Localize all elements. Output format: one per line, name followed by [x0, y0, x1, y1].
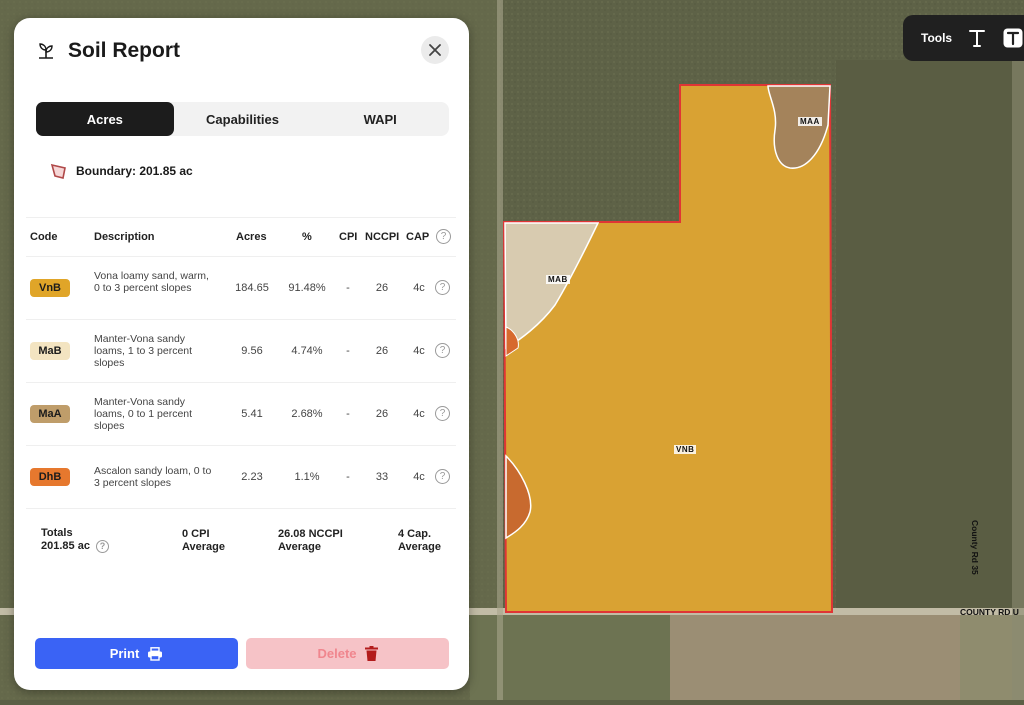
row-help-icon[interactable]: ? — [435, 343, 450, 358]
soil-description: Manter-Vona sandy loams, 1 to 3 percent … — [94, 333, 193, 369]
close-icon — [429, 44, 441, 56]
row-help-icon[interactable]: ? — [435, 280, 450, 295]
tab-acres[interactable]: Acres — [36, 102, 174, 136]
text-box-tool-icon[interactable] — [1002, 27, 1024, 49]
nccpi-value: 33 — [375, 471, 389, 483]
tab-capabilities[interactable]: Capabilities — [174, 102, 312, 136]
plant-icon — [36, 41, 56, 61]
totals-cpi: 0 CPI Average — [182, 528, 225, 554]
nccpi-value: 26 — [375, 408, 389, 420]
print-button[interactable]: Print — [35, 638, 238, 669]
percent-value: 1.1% — [294, 471, 320, 483]
cap-value: 4c — [413, 408, 425, 420]
acres-value: 5.41 — [241, 408, 263, 420]
soil-description: Ascalon sandy loam, 0 to 3 percent slope… — [94, 465, 212, 489]
nccpi-value: 26 — [375, 282, 389, 294]
soil-report-panel: Soil Report Acres Capabilities WAPI Boun… — [14, 18, 469, 690]
tools-toolbar: Tools — [903, 15, 1024, 61]
road-label-county-rd-35: County Rd 35 — [970, 520, 980, 575]
totals-nccpi-sub: Average — [278, 541, 322, 553]
text-tool-icon[interactable] — [966, 27, 988, 49]
close-button[interactable] — [421, 36, 449, 64]
boundary-text: Boundary: 201.85 ac — [76, 164, 193, 178]
header-percent: % — [302, 231, 312, 243]
totals-acres: Totals 201.85 ac ? — [41, 527, 109, 553]
cpi-value: - — [346, 282, 350, 294]
acres-value: 9.56 — [241, 345, 263, 357]
tab-bar: Acres Capabilities WAPI — [36, 102, 449, 136]
table-row[interactable]: MaA Manter-Vona sandy loams, 0 to 1 perc… — [14, 383, 469, 445]
totals-help-icon[interactable]: ? — [95, 540, 109, 553]
cpi-value: - — [346, 471, 350, 483]
header-nccpi: NCCPI — [365, 231, 400, 243]
delete-label: Delete — [317, 646, 357, 661]
road-label-county-rd-u: COUNTY RD U — [960, 607, 1019, 617]
header-cap: CAP — [406, 231, 430, 243]
delete-button[interactable]: Delete — [246, 638, 449, 669]
header-cpi: CPI — [339, 231, 358, 243]
trash-icon — [364, 646, 378, 661]
cap-help-icon[interactable]: ? — [436, 229, 451, 244]
map-label-vnb: VNB — [674, 445, 697, 454]
acres-value: 2.23 — [241, 471, 263, 483]
totals-label: Totals — [41, 527, 73, 539]
divider — [26, 508, 456, 509]
page-title: Soil Report — [68, 39, 181, 62]
nccpi-value: 26 — [375, 345, 389, 357]
boundary-summary: Boundary: 201.85 ac — [50, 162, 193, 180]
row-help-icon[interactable]: ? — [435, 469, 450, 484]
cpi-value: - — [346, 408, 350, 420]
tools-label: Tools — [921, 31, 953, 45]
tab-wapi[interactable]: WAPI — [311, 102, 449, 136]
row-help-icon[interactable]: ? — [435, 406, 450, 421]
cap-value: 4c — [413, 282, 425, 294]
totals-cap: 4 Cap. Average — [398, 528, 441, 554]
soil-code-badge: MaB — [30, 342, 70, 360]
soil-code-badge: DhB — [30, 468, 70, 486]
boundary-polygon-icon — [50, 162, 68, 180]
totals-cpi-sub: Average — [182, 541, 226, 553]
cpi-value: - — [346, 345, 350, 357]
soil-description: Vona loamy sand, warm, 0 to 3 percent sl… — [94, 270, 209, 294]
totals-nccpi: 26.08 NCCPI Average — [278, 528, 343, 554]
cap-value: 4c — [413, 471, 425, 483]
map-label-maa: MAA — [798, 117, 822, 126]
totals-cap-sub: Average — [398, 541, 442, 553]
totals-cpi-value: 0 CPI — [182, 528, 210, 540]
table-row[interactable]: MaB Manter-Vona sandy loams, 1 to 3 perc… — [14, 320, 469, 382]
panel-header: Soil Report — [36, 38, 180, 64]
soil-description: Manter-Vona sandy loams, 0 to 1 percent … — [94, 396, 193, 432]
soil-code-badge: VnB — [30, 279, 70, 297]
map-label-mab: MAB — [546, 275, 570, 284]
table-row[interactable]: VnB Vona loamy sand, warm, 0 to 3 percen… — [14, 257, 469, 319]
header-code: Code — [30, 231, 58, 243]
acres-value: 184.65 — [235, 282, 269, 294]
table-row[interactable]: DhB Ascalon sandy loam, 0 to 3 percent s… — [14, 446, 469, 508]
totals-nccpi-value: 26.08 NCCPI — [278, 528, 343, 540]
percent-value: 2.68% — [291, 408, 323, 420]
cap-value: 4c — [413, 345, 425, 357]
percent-value: 91.48% — [288, 282, 326, 294]
soil-code-badge: MaA — [30, 405, 70, 423]
print-label: Print — [109, 646, 140, 661]
header-description: Description — [94, 231, 155, 243]
percent-value: 4.74% — [291, 345, 323, 357]
totals-acres-value: 201.85 ac — [41, 540, 90, 552]
printer-icon — [147, 646, 163, 661]
divider — [26, 217, 456, 218]
header-acres: Acres — [236, 231, 267, 243]
totals-cap-value: 4 Cap. — [398, 528, 432, 540]
